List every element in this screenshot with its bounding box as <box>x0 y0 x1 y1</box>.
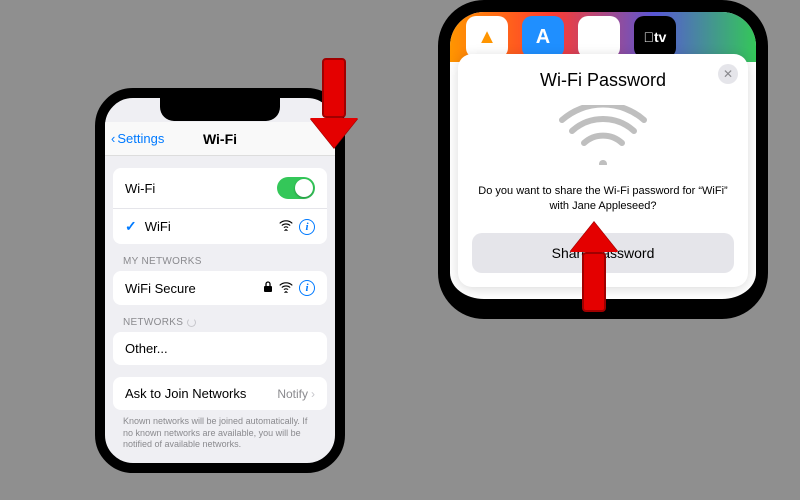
signal-icon: ▮▮▮▮ <box>263 88 285 94</box>
back-button[interactable]: ‹ Settings <box>111 131 164 146</box>
other-network-row[interactable]: Other... <box>113 332 327 365</box>
spinner-icon <box>187 318 196 327</box>
app-icon-books: ▲ <box>466 16 508 58</box>
wifi-toggle[interactable] <box>277 177 315 199</box>
wifi-large-icon <box>472 105 734 170</box>
checkmark-icon: ✓ <box>125 218 137 235</box>
ask-join-value: Notify <box>277 387 308 401</box>
ask-join-label: Ask to Join Networks <box>125 386 246 401</box>
wifi-signal-icon <box>279 219 293 234</box>
nav-title: Wi-Fi <box>203 131 237 147</box>
app-icon-podcasts: ◉ <box>578 16 620 58</box>
wifi-signal-icon <box>279 281 293 296</box>
info-icon[interactable]: i <box>299 280 315 296</box>
close-button[interactable]: ✕ <box>718 64 738 84</box>
annotation-arrow-up <box>570 222 618 312</box>
networks-header-label: NETWORKS <box>123 317 183 328</box>
info-icon[interactable]: i <box>299 219 315 235</box>
app-icon-tv: tv <box>634 16 676 58</box>
my-networks-header: MY NETWORKS <box>113 256 327 271</box>
wifi-toggle-row[interactable]: Wi-Fi <box>113 168 327 208</box>
sheet-title: Wi-Fi Password <box>472 70 734 91</box>
share-prompt-text: Do you want to share the Wi-Fi password … <box>472 184 734 215</box>
networks-header: NETWORKS <box>113 317 327 332</box>
chevron-right-icon: › <box>311 387 315 401</box>
status-time: 9:41 <box>115 88 137 94</box>
phone-settings: 9:41 ▮▮▮▮ ‹ Settings Wi-Fi Wi-Fi <box>95 88 345 473</box>
ask-join-row[interactable]: Ask to Join Networks Notify › <box>113 377 327 410</box>
back-label: Settings <box>117 131 164 146</box>
annotation-arrow-down <box>310 58 358 148</box>
nav-bar: ‹ Settings Wi-Fi <box>105 122 335 156</box>
connected-network-name: WiFi <box>145 219 171 234</box>
status-bar: 9:41 ▮▮▮▮ <box>105 88 335 98</box>
connected-network-row[interactable]: ✓ WiFi i <box>113 208 327 244</box>
chevron-left-icon: ‹ <box>111 131 115 146</box>
ask-join-footer: Known networks will be joined automatica… <box>113 410 327 463</box>
other-label: Other... <box>125 341 168 356</box>
app-icon-appstore: A <box>522 16 564 58</box>
wifi-status-icon <box>288 88 302 95</box>
lock-icon <box>263 281 273 296</box>
phone-notch <box>160 97 280 121</box>
network-name: WiFi Secure <box>125 281 196 296</box>
wifi-toggle-label: Wi-Fi <box>125 181 155 196</box>
network-row[interactable]: WiFi Secure i <box>113 271 327 305</box>
